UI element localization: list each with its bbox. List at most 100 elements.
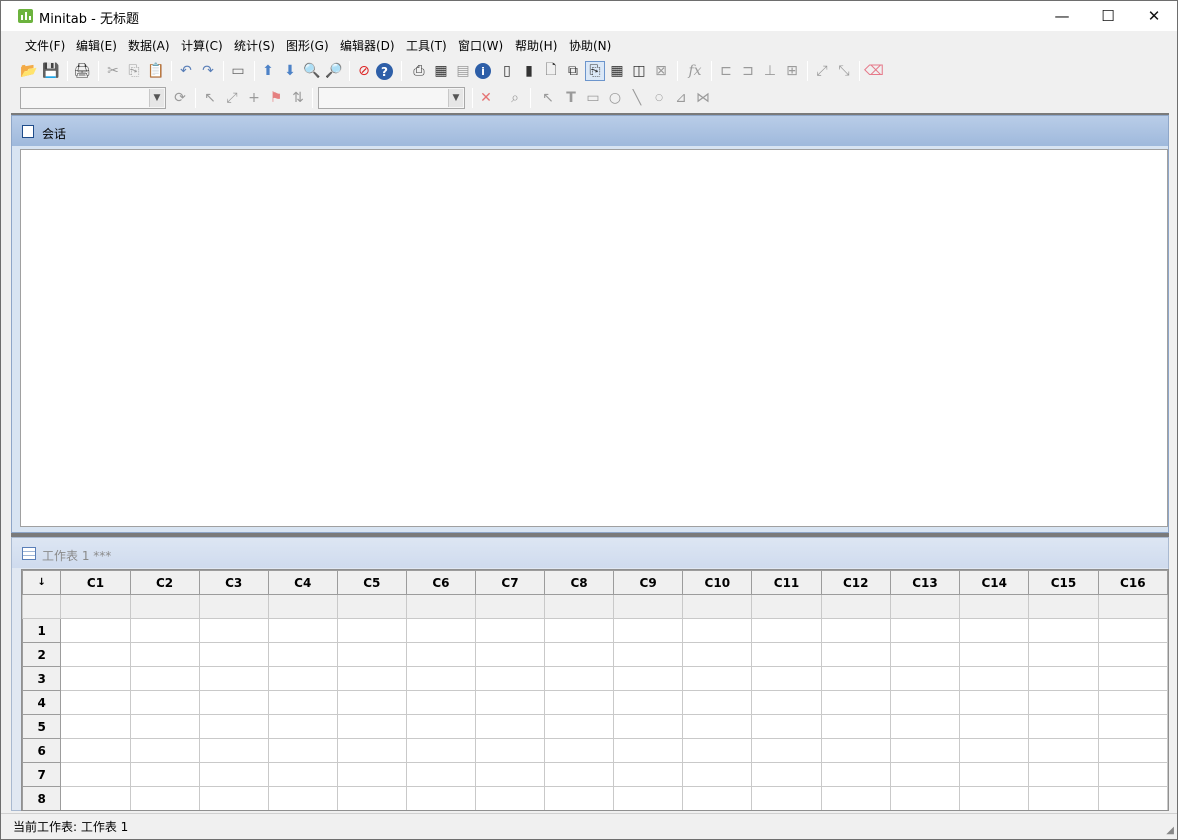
data-cell[interactable] <box>544 690 615 715</box>
row-number[interactable]: 5 <box>22 714 62 739</box>
data-cell[interactable] <box>1097 786 1168 810</box>
column-header[interactable]: C4 <box>267 570 338 595</box>
data-cell[interactable] <box>820 642 891 667</box>
data-cell[interactable] <box>129 786 200 810</box>
data-cell[interactable] <box>682 618 753 643</box>
data-cell[interactable] <box>267 762 338 787</box>
menu-graph[interactable]: 图形(G) <box>286 37 329 54</box>
menu-window[interactable]: 窗口(W) <box>458 37 503 54</box>
data-cell[interactable] <box>613 666 684 691</box>
data-cell[interactable] <box>1028 690 1099 715</box>
data-cell[interactable] <box>613 642 684 667</box>
row-number[interactable]: 3 <box>22 666 62 691</box>
maximize-button[interactable]: ☐ <box>1085 1 1131 31</box>
redo-icon[interactable]: ↷ <box>198 61 218 81</box>
session-window-icon[interactable]: ⎙ <box>409 61 429 81</box>
data-cell[interactable] <box>1097 738 1168 763</box>
data-cell[interactable] <box>198 666 269 691</box>
data-cell[interactable] <box>544 618 615 643</box>
column-header[interactable]: C5 <box>336 570 407 595</box>
column-header[interactable]: C8 <box>544 570 615 595</box>
column-name-cell[interactable] <box>1028 594 1099 619</box>
data-cell[interactable] <box>751 714 822 739</box>
data-cell[interactable] <box>267 642 338 667</box>
session-titlebar[interactable]: 会话 <box>12 116 1168 146</box>
data-cell[interactable] <box>959 642 1030 667</box>
help-icon[interactable]: ? <box>376 63 393 80</box>
data-cell[interactable] <box>820 714 891 739</box>
cancel-icon[interactable]: ⊘ <box>354 61 374 81</box>
data-cell[interactable] <box>198 618 269 643</box>
data-cell[interactable] <box>959 714 1030 739</box>
polygon-icon[interactable]: ⋈ <box>693 88 713 108</box>
data-cell[interactable] <box>336 762 407 787</box>
corner-cell[interactable]: ↓ <box>22 570 62 595</box>
data-cell[interactable] <box>198 762 269 787</box>
data-cell[interactable] <box>1028 786 1099 810</box>
data-cell[interactable] <box>336 738 407 763</box>
data-cell[interactable] <box>682 714 753 739</box>
table-icon[interactable]: ▦ <box>607 61 627 81</box>
report-icon[interactable]: ▮ <box>519 61 539 81</box>
worksheet-icon[interactable]: ▦ <box>431 61 451 81</box>
zoom-icon[interactable]: ⌕ <box>505 88 525 108</box>
data-cell[interactable] <box>1097 714 1168 739</box>
data-cell[interactable] <box>129 618 200 643</box>
data-cell[interactable] <box>820 690 891 715</box>
data-cell[interactable] <box>267 690 338 715</box>
align-bottom-icon[interactable]: ⊥ <box>760 61 780 81</box>
print-icon[interactable]: 🖨 <box>72 61 92 81</box>
data-cell[interactable] <box>405 618 476 643</box>
column-header[interactable]: C9 <box>613 570 684 595</box>
minimize-button[interactable]: — <box>1039 1 1085 31</box>
rectangle-icon[interactable]: ▭ <box>583 88 603 108</box>
data-cell[interactable] <box>336 618 407 643</box>
column-name-cell[interactable] <box>682 594 753 619</box>
data-cell[interactable] <box>129 642 200 667</box>
data-cell[interactable] <box>1028 714 1099 739</box>
data-cell[interactable] <box>682 786 753 810</box>
data-cell[interactable] <box>336 786 407 810</box>
column-name-cell[interactable] <box>613 594 684 619</box>
data-cell[interactable] <box>959 762 1030 787</box>
delete-icon[interactable]: ✕ <box>476 88 496 108</box>
menu-edit[interactable]: 编辑(E) <box>76 37 117 54</box>
data-cell[interactable] <box>820 762 891 787</box>
menu-data[interactable]: 数据(A) <box>128 37 170 54</box>
select-pointer-icon[interactable]: ↖ <box>200 88 220 108</box>
data-cell[interactable] <box>129 714 200 739</box>
data-cell[interactable] <box>751 786 822 810</box>
column-header[interactable]: C12 <box>820 570 891 595</box>
data-cell[interactable] <box>60 618 131 643</box>
data-cell[interactable] <box>267 666 338 691</box>
data-cell[interactable] <box>613 786 684 810</box>
layout-icon[interactable]: ◫ <box>629 61 649 81</box>
brush-icon[interactable]: ⤢ <box>812 61 832 81</box>
data-cell[interactable] <box>959 666 1030 691</box>
data-cell[interactable] <box>1097 666 1168 691</box>
data-cell[interactable] <box>820 666 891 691</box>
item-select-dropdown[interactable]: ▼ <box>318 87 465 109</box>
data-cell[interactable] <box>613 714 684 739</box>
data-cell[interactable] <box>613 690 684 715</box>
text-tool-icon[interactable]: T <box>561 88 581 108</box>
menu-stat[interactable]: 统计(S) <box>234 37 275 54</box>
data-cell[interactable] <box>474 642 546 667</box>
menu-tools[interactable]: 工具(T) <box>406 37 447 54</box>
column-name-cell[interactable] <box>198 594 269 619</box>
data-cell[interactable] <box>1028 642 1099 667</box>
data-cell[interactable] <box>682 666 753 691</box>
marker-icon[interactable]: ○ <box>649 88 669 108</box>
save-icon[interactable]: 💾 <box>41 61 61 81</box>
column-header[interactable]: C1 <box>60 570 131 595</box>
column-name-cell[interactable] <box>474 594 546 619</box>
ellipse-icon[interactable]: ○ <box>605 88 625 108</box>
fx-icon[interactable]: fx <box>685 61 705 81</box>
column-header[interactable]: C7 <box>474 570 546 595</box>
data-cell[interactable] <box>405 666 476 691</box>
data-cell[interactable] <box>1097 762 1168 787</box>
data-cell[interactable] <box>682 642 753 667</box>
data-cell[interactable] <box>544 786 615 810</box>
data-cell[interactable] <box>336 666 407 691</box>
session-output-area[interactable] <box>20 149 1168 527</box>
